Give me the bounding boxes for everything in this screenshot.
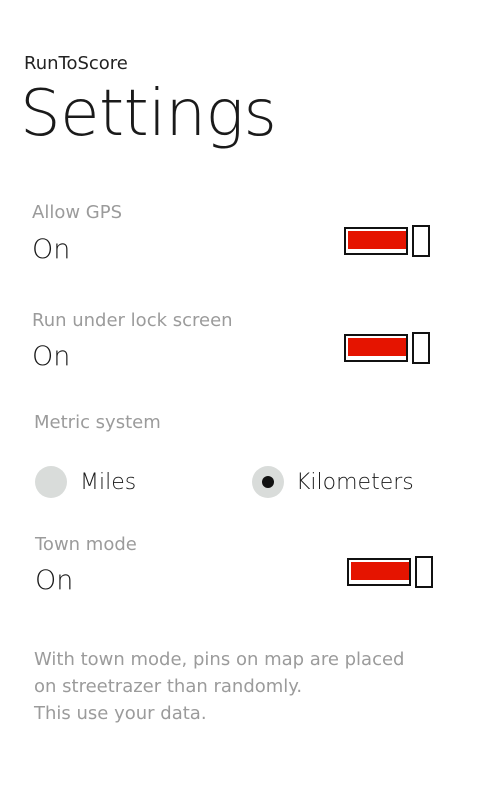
kilometers-label[interactable]: Kilometers [296, 470, 414, 495]
page-title: Settings [20, 77, 277, 151]
kilometers-radio[interactable] [252, 466, 284, 498]
note-line: This use your data. [34, 703, 207, 724]
town-mode-toggle[interactable] [347, 556, 435, 590]
toggle-fill [351, 562, 409, 580]
lock-screen-label: Run under lock screen [32, 310, 233, 331]
allow-gps-toggle[interactable] [344, 225, 432, 259]
miles-label[interactable]: Miles [80, 470, 136, 495]
lock-screen-toggle[interactable] [344, 332, 432, 366]
town-mode-label: Town mode [35, 534, 137, 555]
toggle-thumb[interactable] [415, 556, 433, 588]
app-title: RunToScore [24, 53, 128, 74]
metric-system-label: Metric system [34, 412, 161, 433]
town-mode-value: On [35, 565, 74, 596]
toggle-fill [348, 338, 406, 356]
allow-gps-label: Allow GPS [32, 202, 122, 223]
lock-screen-value: On [32, 341, 71, 372]
note-line: on streetrazer than randomly. [34, 676, 303, 697]
radio-selected-dot [262, 476, 274, 488]
allow-gps-value: On [32, 234, 71, 265]
town-mode-note: With town mode, pins on map are placed o… [34, 646, 404, 727]
toggle-thumb[interactable] [412, 225, 430, 257]
miles-radio[interactable] [35, 466, 67, 498]
toggle-fill [348, 231, 406, 249]
toggle-thumb[interactable] [412, 332, 430, 364]
note-line: With town mode, pins on map are placed [34, 649, 405, 670]
